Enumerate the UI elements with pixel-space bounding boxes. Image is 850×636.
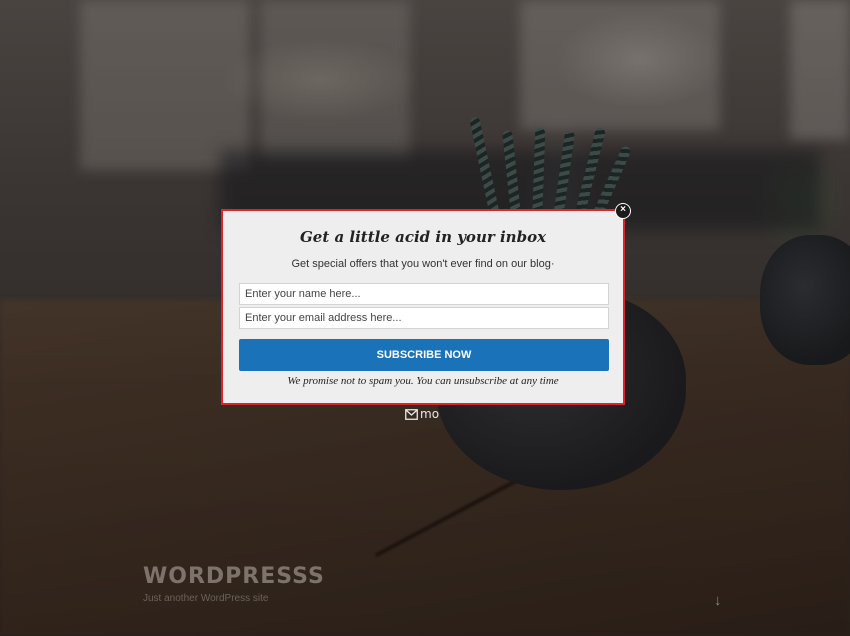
email-input[interactable] <box>239 307 609 329</box>
subscribe-popup: Get a little acid in your inbox Get spec… <box>221 209 625 405</box>
close-icon[interactable]: × <box>615 203 631 219</box>
mail-icon <box>405 408 418 420</box>
popup-title: Get a little acid in your inbox <box>299 228 547 246</box>
popup-subtitle: Get special offers that you won't ever f… <box>291 258 555 270</box>
site-tagline: Just another WordPress site <box>143 593 269 604</box>
subscribe-button[interactable]: SUBSCRIBE NOW <box>239 339 609 371</box>
scroll-down-icon[interactable]: ↓ <box>714 592 722 609</box>
name-input[interactable] <box>239 283 609 305</box>
brand-text: mo <box>420 407 440 421</box>
brand-logo[interactable]: mo <box>405 407 439 421</box>
site-title[interactable]: WORDPRESSS <box>143 564 325 589</box>
no-spam-note: We promise not to spam you. You can unsu… <box>287 375 559 387</box>
